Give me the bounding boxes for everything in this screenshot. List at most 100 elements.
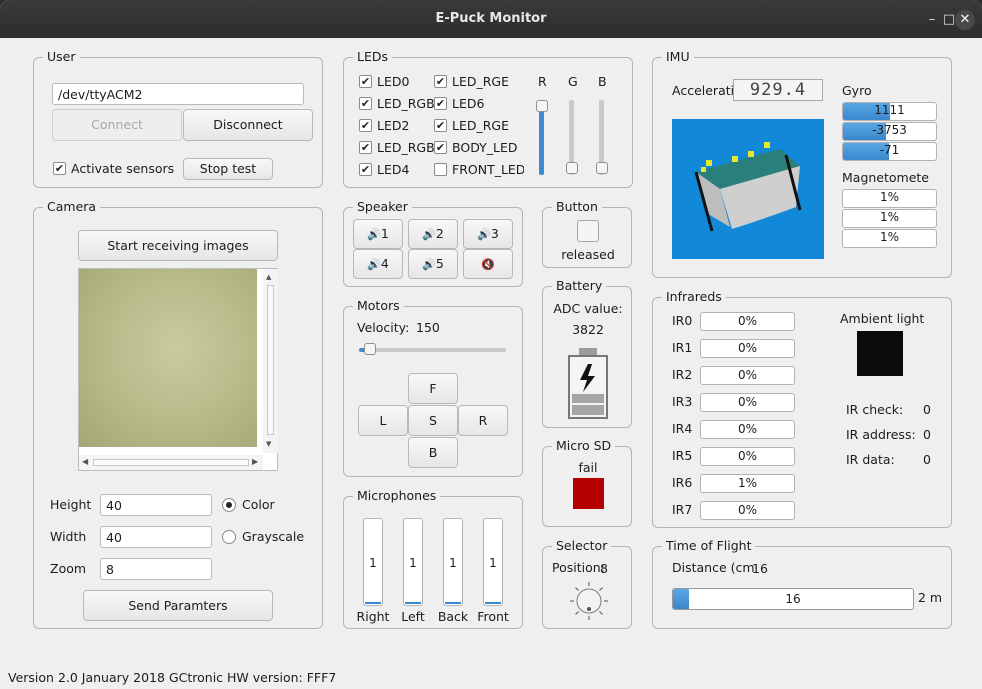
led-checkbox-7[interactable]: ✔ xyxy=(434,119,447,132)
scroll-down-icon[interactable]: ▼ xyxy=(266,440,271,448)
zoom-label: Zoom xyxy=(50,561,87,576)
ir-bar-4: 0% xyxy=(700,420,795,439)
selector-group: Selector Position: 8 xyxy=(542,539,632,629)
infrareds-group: Infrareds IR0 0% IR1 0% IR2 0% IR3 0% IR4 0% IR5 0%… xyxy=(652,290,952,528)
disconnect-button[interactable]: Disconnect xyxy=(183,109,313,141)
ir-label-5: IR5 xyxy=(672,448,693,463)
speaker-button-2[interactable]: 🔊2 xyxy=(408,219,458,249)
scroll-right-icon[interactable]: ▶ xyxy=(252,457,258,466)
ir-value-3: 0% xyxy=(737,395,758,409)
led-checkbox-1[interactable]: ✔ xyxy=(359,97,372,110)
battery-group: Battery ADC value: 3822 xyxy=(542,279,632,428)
ir-bar-0: 0% xyxy=(700,312,795,331)
ir-label-0: IR0 xyxy=(672,313,693,328)
microsd-indicator xyxy=(573,478,604,509)
led-b-handle[interactable] xyxy=(596,162,608,174)
speaker-icon: 🔊 xyxy=(367,258,381,271)
led-checkbox-3[interactable]: ✔ xyxy=(359,141,372,154)
speaker-button-5[interactable]: 🔊5 xyxy=(408,249,458,279)
connect-button[interactable]: Connect xyxy=(52,109,182,141)
stop-test-button[interactable]: Stop test xyxy=(183,158,273,180)
led-checkbox-6[interactable]: ✔ xyxy=(434,97,447,110)
led-label-0: LED0 xyxy=(377,74,410,89)
height-label: Height xyxy=(50,497,92,512)
led-checkbox-8[interactable]: ✔ xyxy=(434,141,447,154)
camera-group-label: Camera xyxy=(43,200,101,214)
led-g-label: G xyxy=(568,74,578,89)
camera-image xyxy=(79,269,257,447)
led-checkbox-4[interactable]: ✔ xyxy=(359,163,372,176)
led-checkbox-2[interactable]: ✔ xyxy=(359,119,372,132)
vertical-scroll-thumb[interactable] xyxy=(267,285,274,435)
button-group: Button released xyxy=(542,200,632,268)
scroll-up-icon[interactable]: ▲ xyxy=(266,273,271,281)
scroll-left-icon[interactable]: ◀ xyxy=(82,457,88,466)
left-button[interactable]: L xyxy=(358,405,408,436)
mic-level-back: 1 xyxy=(443,518,463,606)
grayscale-radio[interactable] xyxy=(222,530,236,544)
forward-button[interactable]: F xyxy=(408,373,458,404)
user-group: User Connect Disconnect ✔ Activate senso… xyxy=(33,50,323,188)
speaker-button-label: 1 xyxy=(380,226,389,241)
orientation-view xyxy=(672,119,824,259)
speaker-button-1[interactable]: 🔊1 xyxy=(353,219,403,249)
ir-label-3: IR3 xyxy=(672,394,693,409)
horizontal-scroll-thumb[interactable] xyxy=(93,459,249,466)
speaker-icon: 🔊 xyxy=(367,228,381,241)
speaker-button-3[interactable]: 🔊3 xyxy=(463,219,513,249)
ambient-light-indicator xyxy=(857,331,903,376)
send-parameters-button[interactable]: Send Paramters xyxy=(83,590,273,621)
led-g-handle[interactable] xyxy=(566,162,578,174)
zoom-field[interactable] xyxy=(100,558,212,580)
mic-value-front: 1 xyxy=(489,556,497,570)
distance-label: Distance (cm xyxy=(672,560,755,575)
camera-view: ▲ ▼ ◀ ▶ xyxy=(78,268,278,471)
velocity-value: 150 xyxy=(416,320,440,335)
led-r-handle[interactable] xyxy=(536,100,548,112)
mic-label-left: Left xyxy=(401,609,425,624)
ir-value-4: 0% xyxy=(737,422,758,436)
speaker-group: Speaker 🔊1 🔊2 🔊3 🔊4 🔊5 🔇 xyxy=(343,200,523,287)
start-receiving-button[interactable]: Start receiving images xyxy=(78,230,278,261)
ir-label-6: IR6 xyxy=(672,475,693,490)
width-field[interactable] xyxy=(100,526,212,548)
horizontal-scrollbar[interactable]: ◀ ▶ xyxy=(79,455,263,470)
right-button[interactable]: R xyxy=(458,405,508,436)
motors-group: Motors Velocity: 150 F L S R B xyxy=(343,299,523,477)
magnetometer-label: Magnetomete xyxy=(842,170,929,185)
selector-group-label: Selector xyxy=(552,539,612,553)
ir-address-label: IR address: xyxy=(846,427,916,442)
led-checkbox-9[interactable] xyxy=(434,163,447,176)
height-field[interactable] xyxy=(100,494,212,516)
mute-icon: 🔇 xyxy=(481,258,495,271)
magnet-bar-y: 1% xyxy=(842,209,937,228)
tof-group-label: Time of Flight xyxy=(662,539,756,553)
distance-value: 16 xyxy=(752,561,768,576)
tof-group: Time of Flight Distance (cm 16 16 2 m xyxy=(652,539,952,629)
speaker-group-label: Speaker xyxy=(353,200,412,214)
led-checkbox-5[interactable]: ✔ xyxy=(434,75,447,88)
velocity-slider-handle[interactable] xyxy=(364,343,376,355)
mic-value-right: 1 xyxy=(369,556,377,570)
selector-dial[interactable] xyxy=(569,581,609,621)
activate-sensors-checkbox[interactable]: ✔ xyxy=(53,162,66,175)
speaker-button-4[interactable]: 🔊4 xyxy=(353,249,403,279)
position-label: Position: xyxy=(552,560,605,575)
stop-button[interactable]: S xyxy=(408,405,458,436)
velocity-slider[interactable] xyxy=(359,348,506,352)
port-field[interactable] xyxy=(52,83,304,105)
color-radio[interactable] xyxy=(222,498,236,512)
vertical-scrollbar[interactable]: ▲ ▼ xyxy=(263,269,278,453)
camera-group: Camera Start receiving images ▲ ▼ ◀ ▶ He… xyxy=(33,200,323,629)
distance-max-label: 2 m xyxy=(918,590,943,605)
led-label-9: FRONT_LED xyxy=(452,162,524,177)
motors-group-label: Motors xyxy=(353,299,404,313)
speaker-button-6[interactable]: 🔇 xyxy=(463,249,513,279)
led-checkbox-0[interactable]: ✔ xyxy=(359,75,372,88)
leds-group: LEDs ✔ LED0 ✔ LED_RGB ✔ LED2 ✔ LED_RGB ✔ LED4 ✔ LED… xyxy=(343,50,633,188)
back-button[interactable]: B xyxy=(408,437,458,468)
main-window: E-Puck Monitor – □ ✕ User Connect Discon… xyxy=(0,0,982,689)
speaker-icon: 🔊 xyxy=(422,258,436,271)
distance-bar: 16 xyxy=(672,588,914,610)
close-button[interactable]: ✕ xyxy=(955,10,975,30)
